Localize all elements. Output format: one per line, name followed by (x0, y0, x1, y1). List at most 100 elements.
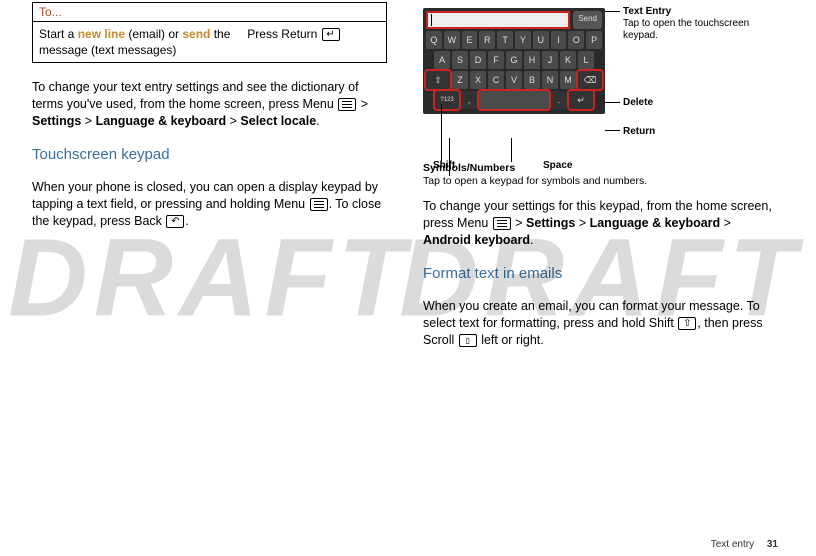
text: > (226, 114, 240, 128)
text: . (530, 233, 533, 247)
paragraph-keypad-settings: To change your settings for this keypad,… (423, 198, 778, 249)
key-q[interactable]: Q (426, 31, 442, 49)
key-period[interactable]: . (551, 91, 567, 109)
text: > (357, 97, 368, 111)
right-column: DR A FT Text Entry Tap to open the touchsc… (423, 0, 778, 556)
key-c[interactable]: C (488, 71, 504, 89)
text: . (316, 114, 319, 128)
key-d[interactable]: D (470, 51, 486, 69)
scroll-icon (459, 334, 477, 347)
text: > (720, 216, 731, 230)
return-icon (322, 28, 340, 41)
callout-line (511, 138, 512, 162)
key-j[interactable]: J (542, 51, 558, 69)
key-t[interactable]: T (497, 31, 513, 49)
highlight-send: send (182, 27, 210, 41)
text: > (512, 216, 526, 230)
draft-watermark-left: DRAFT (8, 215, 411, 342)
key-m[interactable]: M (560, 71, 576, 89)
callout-title: Return (623, 126, 655, 137)
page: DRAFT To... Start a new line (email) or … (0, 0, 816, 556)
callout-symbols-numbers: Symbols/Numbers Tap to open a keypad for… (423, 122, 778, 188)
menu-icon (338, 98, 356, 111)
keypad-row-1: Q W E R T Y U I O P (426, 31, 602, 49)
table-action-cell: Start a new line (email) or send the mes… (33, 22, 241, 62)
callout-line (441, 104, 442, 162)
key-comma[interactable]: , (461, 91, 477, 109)
text: left or right. (478, 333, 544, 347)
key-a[interactable]: A (434, 51, 450, 69)
key-e[interactable]: E (462, 31, 478, 49)
bold-settings: Settings (32, 114, 81, 128)
menu-icon (310, 198, 328, 211)
key-delete[interactable]: ⌫ (578, 71, 602, 89)
page-number: 31 (767, 539, 778, 550)
text: > (575, 216, 589, 230)
callout-title: Shift (433, 160, 455, 171)
key-g[interactable]: G (506, 51, 522, 69)
callout-text-entry: Text Entry Tap to open the touchscreen k… (623, 6, 773, 42)
text: To change your text entry settings and s… (32, 80, 359, 111)
key-i[interactable]: I (551, 31, 567, 49)
callout-space: Space (543, 160, 572, 172)
key-f[interactable]: F (488, 51, 504, 69)
key-return[interactable]: ↵ (569, 91, 593, 109)
callout-text: Tap to open the touchscreen keypad. (623, 18, 749, 41)
key-x[interactable]: X (470, 71, 486, 89)
key-shift[interactable]: ⇧ (426, 71, 450, 89)
section-touchscreen-keypad: Touchscreen keypad (32, 146, 387, 163)
bold-language-keyboard: Language & keyboard (96, 114, 227, 128)
key-o[interactable]: O (568, 31, 584, 49)
key-symbols[interactable]: ?123 (435, 91, 459, 109)
paragraph-keypad: When your phone is closed, you can open … (32, 179, 387, 230)
callout-return: Return (623, 126, 655, 138)
key-p[interactable]: P (586, 31, 602, 49)
key-y[interactable]: Y (515, 31, 531, 49)
table-result-cell: Press Return (241, 22, 386, 62)
highlight-new-line: new line (78, 27, 125, 41)
bold-android-keyboard: Android keyboard (423, 233, 530, 247)
callout-line (605, 130, 620, 131)
bold-language-keyboard: Language & keyboard (590, 216, 721, 230)
callout-title: Delete (623, 97, 653, 108)
key-h[interactable]: H (524, 51, 540, 69)
key-s[interactable]: S (452, 51, 468, 69)
key-w[interactable]: W (444, 31, 460, 49)
key-k[interactable]: K (560, 51, 576, 69)
callout-shift: Shift (433, 160, 455, 172)
table-row: Start a new line (email) or send the mes… (33, 22, 386, 62)
text: Start a (39, 27, 78, 41)
text: Press Return (247, 27, 320, 41)
key-space[interactable] (479, 91, 549, 109)
instruction-table: To... Start a new line (email) or send t… (32, 2, 387, 63)
keypad-text-input[interactable] (426, 11, 570, 29)
key-b[interactable]: B (524, 71, 540, 89)
keypad-row-2: A S D F G H J K L (426, 51, 602, 69)
key-v[interactable]: V (506, 71, 522, 89)
callout-title: Space (543, 160, 572, 171)
table-header: To... (33, 3, 386, 22)
keypad-top-row: Send (426, 11, 602, 29)
keypad-illustration: Text Entry Tap to open the touchscreen k… (423, 8, 778, 188)
text: > (81, 114, 95, 128)
callout-delete: Delete (623, 97, 653, 109)
paragraph-settings: To change your text entry settings and s… (32, 79, 387, 130)
key-z[interactable]: Z (452, 71, 468, 89)
section-format-text: Format text in emails (423, 265, 778, 282)
keypad-send-button[interactable]: Send (573, 11, 602, 29)
text: (email) or (125, 27, 182, 41)
key-l[interactable]: L (578, 51, 594, 69)
left-column: DRAFT To... Start a new line (email) or … (32, 0, 387, 556)
footer: Text entry 31 (711, 539, 778, 550)
key-r[interactable]: R (479, 31, 495, 49)
shift-icon (678, 317, 696, 330)
text: . (185, 214, 188, 228)
paragraph-format: When you create an email, you can format… (423, 298, 778, 349)
key-u[interactable]: U (533, 31, 549, 49)
callout-line (605, 102, 620, 103)
callout-title: Text Entry (623, 6, 671, 17)
key-n[interactable]: N (542, 71, 558, 89)
back-icon (166, 215, 184, 228)
callout-title: Symbols/Numbers (423, 162, 778, 175)
keypad: Send Q W E R T Y U I O P A S D (423, 8, 605, 114)
